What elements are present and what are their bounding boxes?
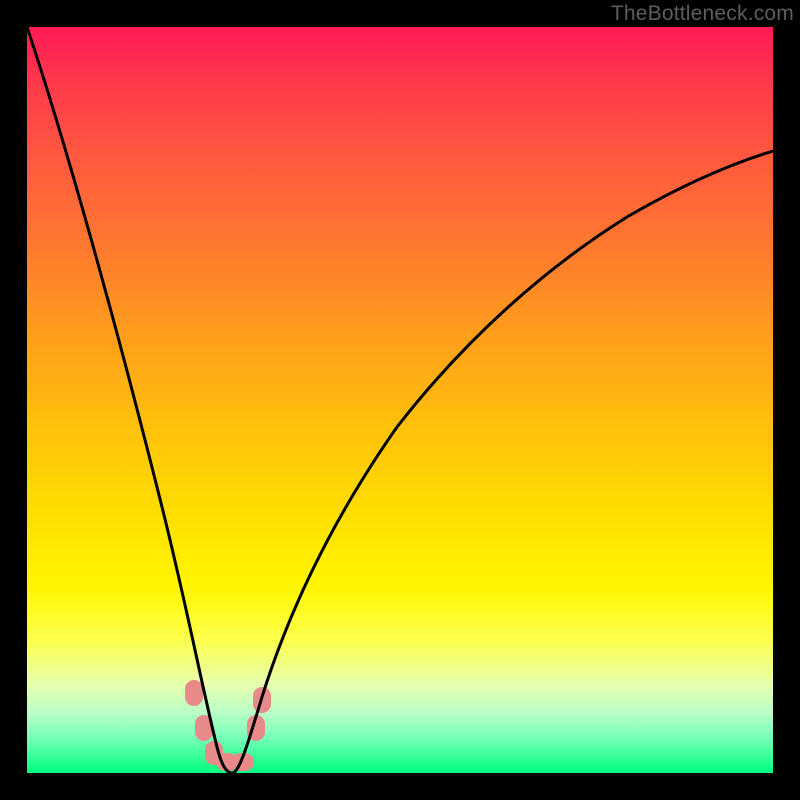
highlight-markers [185, 680, 271, 771]
chart-plot-area [27, 27, 773, 773]
chart-svg [27, 27, 773, 773]
bottleneck-curve [27, 27, 773, 773]
marker-dot [185, 680, 203, 706]
watermark-text: TheBottleneck.com [611, 2, 794, 26]
